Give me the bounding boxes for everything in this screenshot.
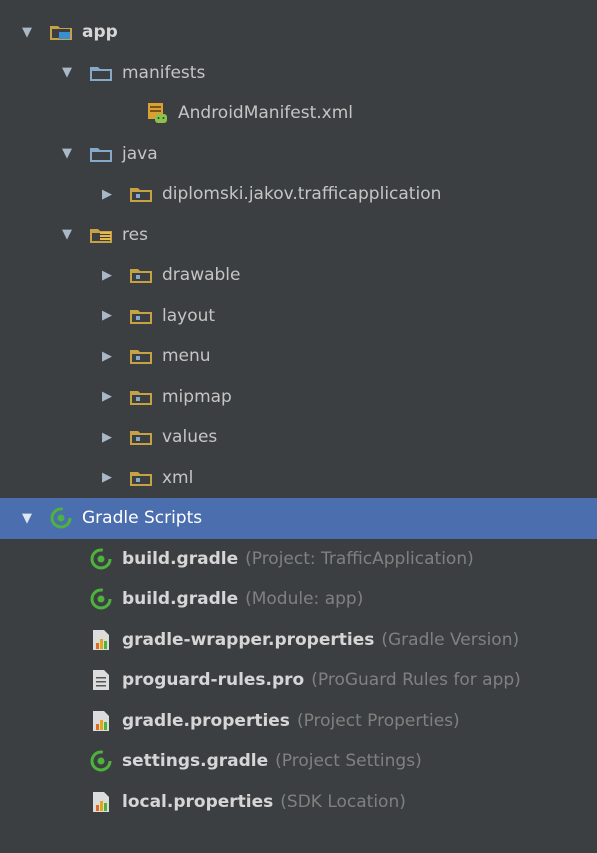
package-icon xyxy=(128,467,154,489)
file-hint: (Module: app) xyxy=(245,589,364,610)
folder-icon xyxy=(88,143,114,165)
tree-node-label: diplomski.jakov.trafficapplication xyxy=(162,184,442,205)
file-hint: (Gradle Version) xyxy=(381,629,520,650)
package-icon xyxy=(128,386,154,408)
properties-file-icon xyxy=(88,710,114,732)
file-name: build.gradle xyxy=(122,548,239,569)
tree-node-gradle-scripts[interactable]: ▼ Gradle Scripts xyxy=(0,498,597,539)
android-manifest-icon xyxy=(144,102,170,124)
collapse-arrow-icon[interactable]: ▶ xyxy=(98,349,116,364)
tree-node-local-properties[interactable]: local.properties (SDK Location) xyxy=(0,782,597,823)
project-tree: ▼ app ▼ manifests AndroidManifest.xml ▼ … xyxy=(0,0,597,853)
gradle-icon xyxy=(88,750,114,772)
package-icon xyxy=(128,264,154,286)
file-name: gradle-wrapper.properties xyxy=(122,629,375,650)
tree-node-label: menu xyxy=(162,346,211,367)
tree-node-mipmap[interactable]: ▶ mipmap xyxy=(0,377,597,418)
gradle-icon xyxy=(48,507,74,529)
tree-node-app[interactable]: ▼ app xyxy=(0,12,597,53)
properties-file-icon xyxy=(88,629,114,651)
file-hint: (Project Properties) xyxy=(296,710,460,731)
tree-node-label: layout xyxy=(162,305,216,326)
expand-arrow-icon[interactable]: ▼ xyxy=(18,25,36,40)
file-name: gradle.properties xyxy=(122,710,290,731)
package-icon xyxy=(128,305,154,327)
tree-node-build-gradle-project[interactable]: build.gradle (Project: TrafficApplicatio… xyxy=(0,539,597,580)
module-folder-icon xyxy=(48,21,74,43)
tree-node-label: manifests xyxy=(122,62,206,83)
file-name: proguard-rules.pro xyxy=(122,670,305,691)
tree-node-gradle-properties[interactable]: gradle.properties (Project Properties) xyxy=(0,701,597,742)
expand-arrow-icon[interactable]: ▼ xyxy=(58,146,76,161)
package-icon xyxy=(128,426,154,448)
tree-node-drawable[interactable]: ▶ drawable xyxy=(0,255,597,296)
file-name: settings.gradle xyxy=(122,751,269,772)
tree-node-label: drawable xyxy=(162,265,241,286)
expand-arrow-icon[interactable]: ▼ xyxy=(58,65,76,80)
tree-node-proguard-rules[interactable]: proguard-rules.pro (ProGuard Rules for a… xyxy=(0,660,597,701)
collapse-arrow-icon[interactable]: ▶ xyxy=(98,470,116,485)
file-name: build.gradle xyxy=(122,589,239,610)
tree-node-java[interactable]: ▼ java xyxy=(0,134,597,175)
text-file-icon xyxy=(88,669,114,691)
gradle-icon xyxy=(88,588,114,610)
tree-node-label: res xyxy=(122,224,148,245)
properties-file-icon xyxy=(88,791,114,813)
gradle-icon xyxy=(88,548,114,570)
collapse-arrow-icon[interactable]: ▶ xyxy=(98,268,116,283)
package-icon xyxy=(128,183,154,205)
package-icon xyxy=(128,345,154,367)
collapse-arrow-icon[interactable]: ▶ xyxy=(98,430,116,445)
tree-node-label: java xyxy=(122,143,158,164)
expand-arrow-icon[interactable]: ▼ xyxy=(58,227,76,242)
collapse-arrow-icon[interactable]: ▶ xyxy=(98,187,116,202)
file-hint: (Project Settings) xyxy=(275,751,422,772)
expand-arrow-icon[interactable]: ▼ xyxy=(18,511,36,526)
collapse-arrow-icon[interactable]: ▶ xyxy=(98,389,116,404)
tree-node-manifests[interactable]: ▼ manifests xyxy=(0,53,597,94)
tree-node-android-manifest[interactable]: AndroidManifest.xml xyxy=(0,93,597,134)
tree-node-menu[interactable]: ▶ menu xyxy=(0,336,597,377)
tree-node-xml[interactable]: ▶ xml xyxy=(0,458,597,499)
tree-node-res[interactable]: ▼ res xyxy=(0,215,597,256)
tree-node-label: xml xyxy=(162,467,194,488)
file-name: local.properties xyxy=(122,791,274,812)
file-hint: (Project: TrafficApplication) xyxy=(245,548,474,569)
tree-node-gradle-wrapper-properties[interactable]: gradle-wrapper.properties (Gradle Versio… xyxy=(0,620,597,661)
folder-icon xyxy=(88,62,114,84)
tree-node-label: AndroidManifest.xml xyxy=(178,103,354,124)
collapse-arrow-icon[interactable]: ▶ xyxy=(98,308,116,323)
tree-node-build-gradle-module[interactable]: build.gradle (Module: app) xyxy=(0,579,597,620)
tree-node-label: Gradle Scripts xyxy=(82,508,203,529)
tree-node-settings-gradle[interactable]: settings.gradle (Project Settings) xyxy=(0,741,597,782)
tree-node-label: values xyxy=(162,427,218,448)
tree-node-label: mipmap xyxy=(162,386,232,407)
tree-node-package[interactable]: ▶ diplomski.jakov.trafficapplication xyxy=(0,174,597,215)
resource-folder-icon xyxy=(88,224,114,246)
tree-node-label: app xyxy=(82,22,118,43)
tree-node-values[interactable]: ▶ values xyxy=(0,417,597,458)
file-hint: (ProGuard Rules for app) xyxy=(311,670,521,691)
tree-node-layout[interactable]: ▶ layout xyxy=(0,296,597,337)
file-hint: (SDK Location) xyxy=(280,791,406,812)
